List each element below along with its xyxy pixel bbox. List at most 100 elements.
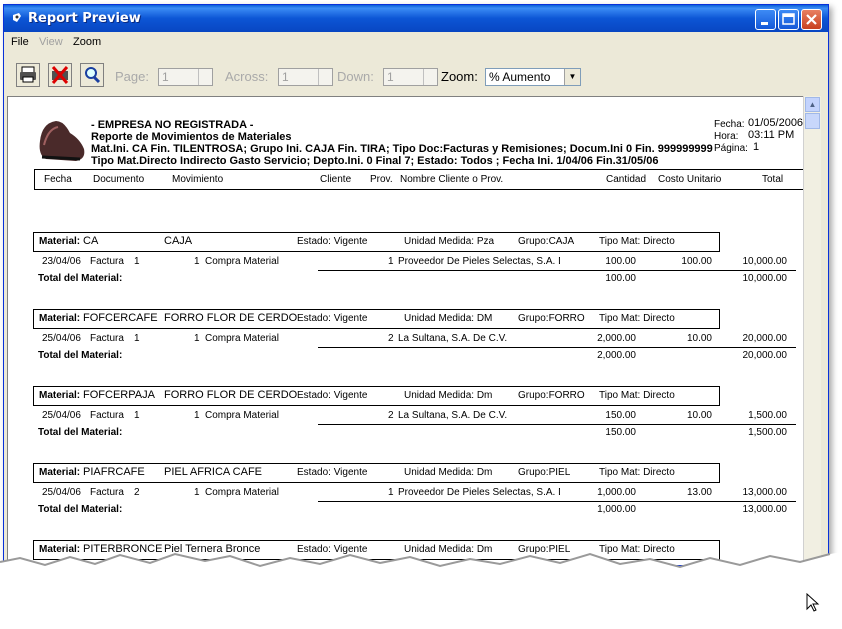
material-unidad: Unidad Medida: Pza bbox=[404, 236, 495, 247]
zoom-select[interactable]: % Aumento ▼ bbox=[485, 68, 581, 86]
material-grupo: Grupo:FORRO bbox=[518, 313, 585, 324]
close-icon bbox=[806, 14, 817, 25]
row-total: 10,000.00 bbox=[742, 256, 788, 267]
spinner-arrows-icon[interactable] bbox=[318, 69, 332, 85]
material-tipo: Tipo Mat: Directo bbox=[599, 467, 675, 478]
close-button[interactable] bbox=[801, 9, 822, 30]
table-row: 25/04/06 Factura 1 1 Compra Material 2 La Sult… bbox=[8, 332, 804, 346]
page-spinner[interactable]: 1 bbox=[158, 68, 213, 86]
row-costo: 13.00 bbox=[686, 487, 712, 498]
material-unidad: Unidad Medida: DM bbox=[404, 313, 493, 324]
table-row: 23/04/06 Factura 1 1 Compra Material 1 Proveed… bbox=[8, 255, 804, 269]
torn-edge-effect bbox=[0, 552, 842, 629]
subtotal-rule bbox=[318, 347, 796, 348]
menu-view[interactable]: View bbox=[39, 36, 63, 48]
material-estado: Estado: Vigente bbox=[297, 236, 368, 247]
app-icon bbox=[13, 13, 21, 22]
total-label: Total del Material: bbox=[38, 273, 123, 284]
vertical-scrollbar[interactable]: ▲ bbox=[803, 96, 821, 565]
material-header-row: Material: FOFCERCAFE FORRO FLOR DE CERDO Es… bbox=[33, 309, 720, 329]
row-fecha: 25/04/06 bbox=[42, 410, 81, 421]
row-movimiento: Compra Material bbox=[205, 256, 279, 267]
table-row: 25/04/06 Factura 2 1 Compra Material 1 Proveed… bbox=[8, 486, 804, 500]
col-nombre: Nombre Cliente o Prov. bbox=[400, 174, 504, 185]
material-header-row: Material: FOFCERPAJA FORRO FLOR DE CERDO Es… bbox=[33, 386, 720, 406]
row-cantidad: 100.00 bbox=[605, 256, 636, 267]
row-cantidad: 1,000.00 bbox=[597, 487, 636, 498]
zoom-label: Zoom: bbox=[441, 69, 478, 84]
material-tipo: Tipo Mat: Directo bbox=[599, 236, 675, 247]
filter-line-1: Mat.Ini. CA Fin. TILENTROSA; Grupo Ini. … bbox=[91, 143, 713, 155]
across-spinner[interactable]: 1 bbox=[278, 68, 333, 86]
spinner-arrows-icon[interactable] bbox=[423, 69, 437, 85]
total-label: Total del Material: bbox=[38, 504, 123, 515]
scroll-up-icon[interactable]: ▲ bbox=[805, 97, 820, 112]
material-name: FORRO FLOR DE CERDO bbox=[164, 312, 298, 324]
material-grupo: Grupo:FORRO bbox=[518, 390, 585, 401]
zoom-value: % Aumento bbox=[489, 70, 551, 84]
material-grupo: Grupo:PIEL bbox=[518, 467, 571, 478]
page-label: Page: bbox=[115, 69, 149, 84]
total-total: 20,000.00 bbox=[742, 350, 788, 361]
company-name: - EMPRESA NO REGISTRADA - bbox=[91, 119, 254, 131]
minimize-button[interactable] bbox=[755, 9, 776, 30]
maximize-button[interactable] bbox=[778, 9, 799, 30]
material-code: FOFCERPAJA bbox=[83, 389, 155, 401]
row-fecha: 23/04/06 bbox=[42, 256, 81, 267]
title-bar[interactable]: Report Preview bbox=[4, 5, 828, 32]
subtotal-rule bbox=[318, 270, 796, 271]
row-doc-number: 1 bbox=[134, 256, 140, 267]
pagina-label: Página: bbox=[714, 143, 748, 154]
hora-value: 03:11 PM bbox=[748, 129, 795, 141]
subtotal-rule bbox=[318, 424, 796, 425]
material-estado: Estado: Vigente bbox=[297, 313, 368, 324]
material-name: FORRO FLOR DE CERDO bbox=[164, 389, 298, 401]
material-total-row: Total del Material: 150.00 1,500.00 bbox=[8, 426, 804, 440]
menu-zoom[interactable]: Zoom bbox=[73, 36, 101, 48]
spinner-arrows-icon[interactable] bbox=[198, 69, 212, 85]
across-label: Across: bbox=[225, 69, 269, 84]
col-cliente: Cliente bbox=[320, 174, 352, 185]
material-name: PIEL AFRICA CAFE bbox=[164, 466, 263, 478]
subtotal-rule bbox=[318, 501, 796, 502]
menu-file[interactable]: File bbox=[11, 36, 29, 48]
total-total: 10,000.00 bbox=[742, 273, 788, 284]
zoom-search-button[interactable] bbox=[80, 63, 104, 87]
pagina-value: 1 bbox=[753, 141, 760, 153]
report-page: - EMPRESA NO REGISTRADA - Reporte de Mov… bbox=[7, 96, 805, 565]
chevron-down-icon[interactable]: ▼ bbox=[564, 69, 580, 85]
material-estado: Estado: Vigente bbox=[297, 390, 368, 401]
total-cantidad: 1,000.00 bbox=[597, 504, 636, 515]
col-prov: Prov. bbox=[370, 174, 393, 185]
scroll-thumb[interactable] bbox=[805, 113, 820, 129]
row-mov-number: 1 bbox=[194, 487, 200, 498]
total-total: 13,000.00 bbox=[742, 504, 788, 515]
col-fecha: Fecha bbox=[44, 174, 72, 185]
col-cantidad: Cantidad bbox=[606, 174, 647, 185]
shoe-logo-icon bbox=[39, 121, 85, 161]
material-label: Material: bbox=[39, 467, 81, 478]
cancel-print-button[interactable] bbox=[48, 63, 72, 87]
row-movimiento: Compra Material bbox=[205, 487, 279, 498]
hora-label: Hora: bbox=[714, 131, 739, 142]
material-unidad: Unidad Medida: Dm bbox=[404, 467, 493, 478]
printer-icon bbox=[20, 66, 36, 83]
toolbar: Page: 1 Across: 1 Down: 1 Zoom: % Aument… bbox=[4, 53, 828, 93]
row-nombre: Proveedor De Pieles Selectas, S.A. D bbox=[398, 487, 560, 498]
row-mov-number: 1 bbox=[194, 410, 200, 421]
row-prov: 1 bbox=[388, 487, 394, 498]
total-label: Total del Material: bbox=[38, 427, 123, 438]
material-label: Material: bbox=[39, 390, 81, 401]
row-nombre: La Sultana, S.A. De C.V. bbox=[398, 333, 508, 344]
row-prov: 2 bbox=[388, 410, 394, 421]
print-button[interactable] bbox=[16, 63, 40, 87]
across-value: 1 bbox=[282, 70, 289, 84]
total-cantidad: 150.00 bbox=[605, 427, 636, 438]
down-value: 1 bbox=[387, 70, 394, 84]
down-spinner[interactable]: 1 bbox=[383, 68, 438, 86]
row-mov-number: 1 bbox=[194, 333, 200, 344]
material-total-row: Total del Material: 100.00 10,000.00 bbox=[8, 272, 804, 286]
material-total-row: Total del Material: 1,000.00 13,000.00 bbox=[8, 503, 804, 517]
row-cantidad: 2,000.00 bbox=[597, 333, 636, 344]
material-header-row: Material: PIAFRCAFE PIEL AFRICA CAFE Estado… bbox=[33, 463, 720, 483]
